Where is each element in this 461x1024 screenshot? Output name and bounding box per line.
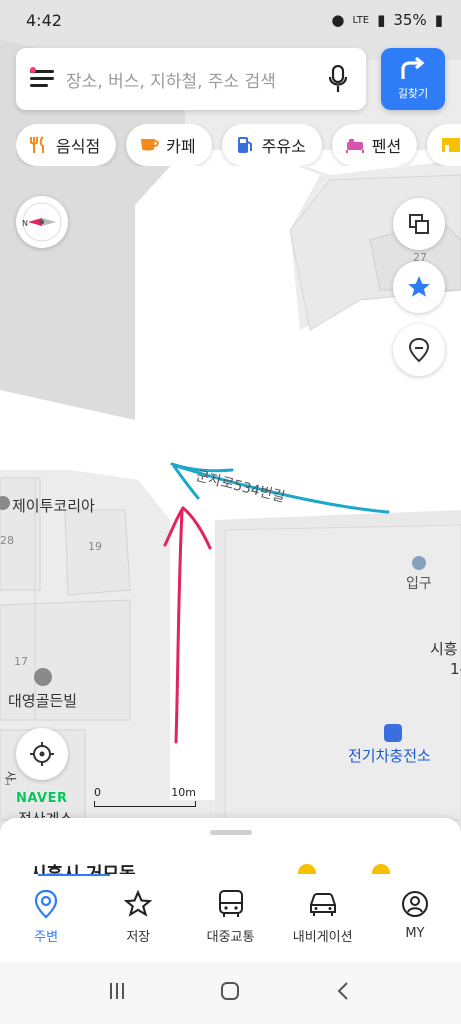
place-label[interactable]: 제이투코리아 bbox=[12, 495, 95, 516]
building-number: 1 bbox=[4, 775, 11, 788]
svg-text:N: N bbox=[22, 219, 28, 228]
chip-pension[interactable]: 펜션 bbox=[331, 124, 418, 166]
place-label[interactable]: 입구 bbox=[406, 573, 432, 593]
menu-icon[interactable] bbox=[30, 67, 54, 88]
chip-more[interactable] bbox=[427, 124, 461, 166]
weather-sun-icon bbox=[298, 864, 316, 874]
place-label[interactable]: 전기차충전소 bbox=[348, 745, 431, 766]
status-icons: ● LTE ▮ 35% ▮ bbox=[331, 11, 443, 29]
directions-label: 길찾기 bbox=[397, 87, 429, 100]
scale-line bbox=[94, 801, 196, 807]
chip-label: 카페 bbox=[166, 137, 196, 156]
layers-icon bbox=[409, 214, 429, 234]
tab-label: 저장 bbox=[126, 930, 151, 945]
system-nav-bar bbox=[0, 962, 461, 1024]
notification-dot bbox=[30, 67, 36, 73]
chip-label: 펜션 bbox=[371, 137, 402, 156]
route-arrow-icon bbox=[401, 57, 425, 79]
star-icon bbox=[408, 276, 430, 297]
compass-icon: N bbox=[22, 202, 62, 242]
layers-button[interactable] bbox=[393, 198, 445, 250]
ev-charger-icon[interactable] bbox=[384, 724, 402, 742]
bus-icon bbox=[215, 888, 247, 920]
chip-gas-station[interactable]: 주유소 bbox=[221, 124, 322, 166]
status-time: 4:42 bbox=[26, 10, 62, 30]
bottom-tab-bar: 주변 저장 대중교통 내비게이션 MY bbox=[0, 876, 461, 962]
favorites-button[interactable] bbox=[393, 261, 445, 313]
fork-knife-icon bbox=[30, 136, 48, 154]
building-number: 28 bbox=[0, 534, 14, 547]
chip-label: 음식점 bbox=[56, 137, 101, 156]
fuel-pump-icon bbox=[236, 136, 254, 154]
crosshair-icon bbox=[30, 742, 54, 766]
entrance-poi-icon[interactable] bbox=[412, 556, 426, 570]
star-outline-icon bbox=[122, 888, 154, 920]
place-label[interactable]: 시흥 bbox=[430, 638, 458, 659]
chip-restaurant[interactable]: 음식점 bbox=[16, 124, 117, 166]
sheet-handle[interactable] bbox=[210, 830, 252, 835]
tab-my[interactable]: MY bbox=[369, 876, 461, 962]
status-bar: 4:42 ● LTE ▮ 35% ▮ bbox=[0, 0, 461, 40]
tab-label: 주변 bbox=[34, 930, 59, 945]
side-label: 1- bbox=[450, 660, 461, 678]
signal-icon: ▮ bbox=[377, 11, 386, 29]
current-location-button[interactable] bbox=[16, 728, 68, 780]
network-label: LTE bbox=[352, 14, 370, 26]
scale-min: 0 bbox=[94, 786, 101, 799]
bed-icon bbox=[345, 136, 364, 154]
chip-label: 주유소 bbox=[261, 137, 306, 156]
tab-label: 대중교통 bbox=[206, 930, 255, 945]
back-icon[interactable] bbox=[333, 980, 355, 1006]
store-icon bbox=[441, 136, 461, 154]
weather-sun-icon bbox=[372, 864, 390, 874]
search-bar[interactable]: 장소, 버스, 지하철, 주소 검색 bbox=[16, 48, 366, 110]
search-input[interactable]: 장소, 버스, 지하철, 주소 검색 bbox=[66, 67, 324, 92]
tab-label: 내비게이션 bbox=[292, 930, 353, 945]
tab-label: MY bbox=[405, 926, 425, 941]
home-icon[interactable] bbox=[219, 980, 241, 1006]
map-pin-icon bbox=[408, 337, 430, 363]
car-icon bbox=[307, 888, 339, 920]
apartment-poi-icon[interactable] bbox=[34, 668, 52, 686]
place-pin-button[interactable] bbox=[393, 324, 445, 376]
microphone-icon[interactable] bbox=[324, 62, 352, 96]
chip-cafe[interactable]: 카페 bbox=[126, 124, 212, 166]
recent-apps-icon[interactable] bbox=[106, 980, 128, 1006]
battery-icon: ▮ bbox=[434, 11, 443, 29]
building-number: 19 bbox=[88, 540, 102, 553]
tab-nearby[interactable]: 주변 bbox=[0, 876, 92, 962]
battery-text: 35% bbox=[393, 11, 427, 29]
category-chips: 음식점 카페 주유소 펜션 bbox=[16, 124, 461, 166]
naver-logo: NAVER bbox=[16, 791, 68, 806]
location-pin-icon bbox=[30, 888, 62, 920]
compass-button[interactable]: N bbox=[16, 196, 68, 248]
coffee-cup-icon bbox=[140, 136, 160, 154]
place-label[interactable]: 대영골든빌 bbox=[8, 690, 77, 711]
sheet-title: 시흥시 거모동 bbox=[30, 860, 136, 874]
tab-saved[interactable]: 저장 bbox=[92, 876, 184, 962]
building-number: 17 bbox=[14, 655, 28, 668]
directions-button[interactable]: 길찾기 bbox=[381, 48, 445, 110]
scale-max: 10m bbox=[171, 786, 196, 799]
tab-transit[interactable]: 대중교통 bbox=[184, 876, 276, 962]
user-icon bbox=[399, 888, 431, 920]
location-status-icon: ● bbox=[331, 11, 345, 29]
tab-navigation[interactable]: 내비게이션 bbox=[277, 876, 369, 962]
